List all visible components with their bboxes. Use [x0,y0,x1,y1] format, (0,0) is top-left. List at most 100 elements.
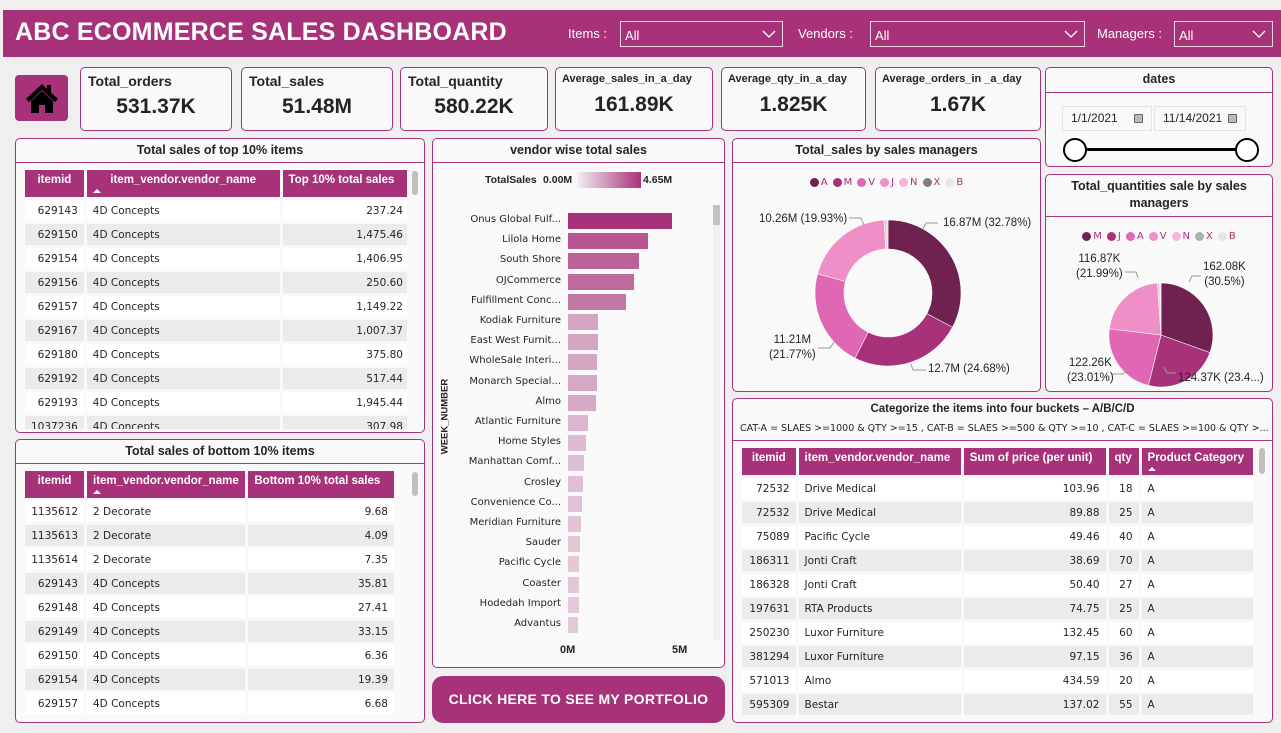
vendor-chart-scrollbar[interactable] [713,205,720,225]
table-row[interactable]: 629143 4D Concepts 35.81 [25,573,394,594]
table-cell: 629180 [25,344,84,365]
table-row[interactable]: 629156 4D Concepts 250.60 [25,272,407,293]
table-row[interactable]: 1135613 2 Decorate 4.09 [25,525,394,546]
column-header-bottom-sales[interactable]: Bottom 10% total sales [248,471,394,498]
table-cell: 4D Concepts [87,693,246,714]
vendor-bar[interactable] [568,455,584,472]
slice-label: 10.26M (19.93%) [759,213,848,225]
table-row[interactable]: 629180 4D Concepts 375.80 [25,344,407,365]
table-row[interactable]: 75089 Pacific Cycle 49.46 40 A [742,526,1253,547]
vendor-bar[interactable] [568,233,648,250]
pie-slice-a[interactable] [887,219,962,328]
bottom-items-table-title: Total sales of bottom 10% items [16,440,424,464]
table-row[interactable]: 629157 4D Concepts 6.68 [25,693,394,714]
vendor-bar[interactable] [568,415,588,431]
table-row[interactable]: 72532 Drive Medical 103.96 18 A [742,478,1253,499]
table-row[interactable]: 629150 4D Concepts 1,475.46 [25,224,407,245]
vendor-bar[interactable] [568,293,627,310]
color-legend-gradient [577,172,641,188]
table-row[interactable]: 72532 Drive Medical 89.88 25 A [742,502,1253,523]
column-header-vendor-name[interactable]: item_vendor.vendor_name [86,170,280,197]
vendor-bar[interactable] [568,354,598,371]
table-row[interactable]: 186311 Jonti Craft 38.69 70 A [742,550,1253,571]
column-header-itemid[interactable]: itemid [25,471,84,498]
table-cell: 70 [1108,550,1139,571]
date-range-end-handle[interactable] [1235,138,1259,162]
table-row[interactable]: 629192 4D Concepts 517.44 [25,368,407,389]
category-table-scrollbar[interactable] [1259,448,1265,474]
table-cell: Luxor Furniture [798,622,961,643]
table-row[interactable]: 629167 4D Concepts 1,007.37 [25,320,407,341]
items-filter-dropdown[interactable]: All [620,21,783,47]
table-cell: 629193 [25,392,84,413]
vendor-bar[interactable] [568,536,580,553]
table-row[interactable]: 629154 4D Concepts 19.39 [25,669,394,690]
vendor-bar[interactable] [568,556,580,573]
table-row[interactable]: 250230 Luxor Furniture 132.45 60 A [742,622,1253,643]
column-header-itemid[interactable]: itemid [742,448,796,475]
vendor-bar[interactable] [568,394,596,411]
bottom-table-scrollbar[interactable] [412,472,418,496]
column-header-itemid[interactable]: itemid [25,170,84,197]
vendor-bar[interactable] [568,516,581,532]
vendor-chart-scroll-track[interactable] [713,205,720,640]
table-row[interactable]: 197631 RTA Products 74.75 25 A [742,598,1253,619]
table-row[interactable]: 629193 4D Concepts 1,945.44 [25,392,407,413]
table-cell: 629167 [25,320,84,341]
table-row[interactable]: 629150 4D Concepts 6.36 [25,645,394,666]
table-cell: 6.68 [248,693,394,714]
vendor-bar[interactable] [568,495,582,512]
managers-filter-dropdown[interactable]: All [1174,21,1273,47]
date-range-start-handle[interactable] [1063,138,1087,162]
vendor-bar[interactable] [568,596,579,613]
column-header-sum-of-price[interactable]: Sum of price (per unit) [963,448,1106,475]
pie-slice-v[interactable] [1109,282,1162,336]
vendor-chart-title: vendor wise total sales [433,139,724,163]
vendor-bar[interactable] [568,435,587,452]
vendor-bar[interactable] [568,374,597,391]
column-header-vendor-name[interactable]: item_vendor.vendor_name [87,471,246,498]
pie-slice-m[interactable] [854,313,953,367]
vendors-filter-dropdown[interactable]: All [870,21,1085,47]
calendar-icon[interactable] [1134,114,1143,123]
column-header-qty[interactable]: qty [1108,448,1139,475]
vendor-bar[interactable] [568,314,599,330]
table-cell: 2 Decorate [87,501,246,522]
table-row[interactable]: 186328 Jonti Craft 50.40 27 A [742,574,1253,595]
top-table-scrollbar[interactable] [412,171,418,195]
table-row[interactable]: 629148 4D Concepts 27.41 [25,597,394,618]
table-row[interactable]: 629157 4D Concepts 1,149.22 [25,296,407,317]
table-cell: 517.44 [282,368,407,389]
vendor-bar[interactable] [568,334,599,351]
table-cell: 381294 [742,646,796,667]
calendar-icon[interactable] [1228,114,1237,123]
column-header-top-sales[interactable]: Top 10% total sales [282,170,407,197]
table-cell: 2 Decorate [87,549,246,570]
table-row[interactable]: 1037236 4D Concepts 307.98 [25,416,407,429]
start-date-input[interactable]: 1/1/2021 [1062,106,1152,131]
table-cell: 186328 [742,574,796,595]
vendor-bar[interactable] [568,253,639,270]
pie-slice-j[interactable] [817,219,886,282]
end-date-input[interactable]: 11/14/2021 [1154,106,1246,131]
vendor-bar[interactable] [568,273,635,290]
table-row[interactable]: 1135612 2 Decorate 9.68 [25,501,394,522]
table-row[interactable]: 381294 Luxor Furniture 97.15 36 A [742,646,1253,667]
table-row[interactable]: 629143 4D Concepts 237.24 [25,200,407,221]
column-header-vendor-name[interactable]: item_vendor.vendor_name [798,448,961,475]
vendor-bar[interactable] [568,576,580,593]
vendor-bar[interactable] [568,475,583,492]
column-header-product-category[interactable]: Product Category [1141,448,1253,475]
portfolio-button[interactable]: CLICK HERE TO SEE MY PORTFOLIO [432,676,725,723]
table-row[interactable]: 629154 4D Concepts 1,406.95 [25,248,407,269]
pie-slice-v[interactable] [814,273,869,359]
vendor-bar[interactable] [568,213,673,229]
table-row[interactable]: 629149 4D Concepts 33.15 [25,621,394,642]
table-row[interactable]: 595309 Bestar 137.02 55 A [742,694,1253,715]
table-cell: 595309 [742,694,796,715]
table-row[interactable]: 1135614 2 Decorate 7.35 [25,549,394,570]
vendor-bar[interactable] [568,617,579,633]
date-range-track[interactable] [1075,148,1248,151]
table-row[interactable]: 571013 Almo 434.59 20 A [742,670,1253,691]
home-button[interactable] [15,75,68,121]
